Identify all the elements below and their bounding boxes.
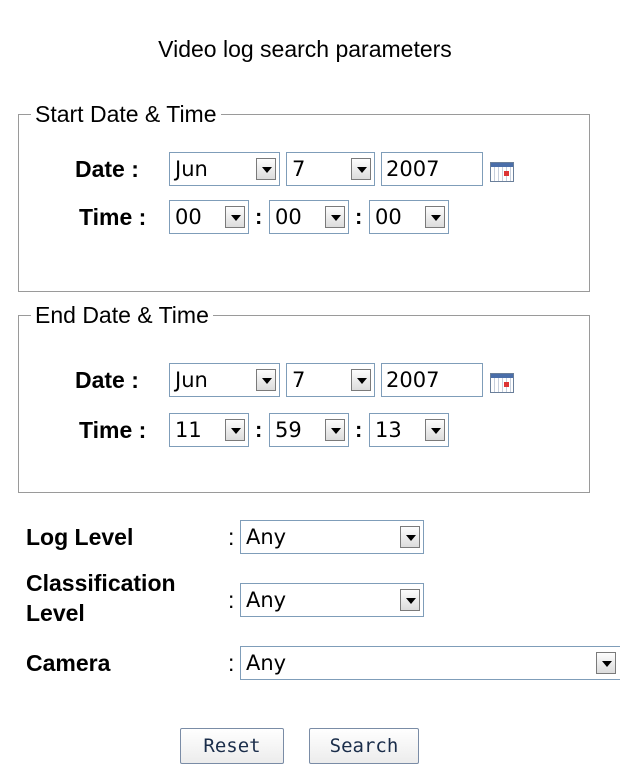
start-date-label: Date : bbox=[75, 156, 139, 182]
end-date-label: Date : bbox=[75, 367, 139, 393]
end-legend: End Date & Time bbox=[31, 302, 213, 328]
end-hour-value: 11 bbox=[175, 418, 202, 442]
end-minute-select[interactable]: 59 bbox=[269, 413, 349, 447]
start-hour-value: 00 bbox=[175, 205, 202, 229]
chevron-down-icon bbox=[425, 206, 445, 228]
chevron-down-icon bbox=[400, 589, 420, 611]
time-separator: : bbox=[355, 204, 363, 229]
search-button[interactable]: Search bbox=[309, 728, 419, 764]
chevron-down-icon bbox=[351, 369, 371, 391]
chevron-down-icon bbox=[256, 369, 276, 391]
end-month-value: Jun bbox=[175, 368, 208, 392]
chevron-down-icon bbox=[351, 158, 371, 180]
calendar-icon[interactable] bbox=[490, 373, 514, 393]
start-fieldset: Start Date & Time Date : Jun 7 2007 Time… bbox=[18, 101, 590, 292]
time-separator: : bbox=[355, 417, 363, 442]
chevron-down-icon bbox=[325, 419, 345, 441]
classification-level-value: Any bbox=[246, 588, 287, 612]
classification-level-select[interactable]: Any bbox=[240, 583, 424, 617]
log-level-value: Any bbox=[246, 525, 287, 549]
page-title: Video log search parameters bbox=[158, 36, 452, 62]
start-month-value: Jun bbox=[175, 157, 208, 181]
start-legend: Start Date & Time bbox=[31, 101, 221, 127]
camera-colon: : bbox=[228, 650, 235, 676]
end-day-select[interactable]: 7 bbox=[286, 363, 375, 397]
calendar-icon[interactable] bbox=[490, 162, 514, 182]
classification-level-label-line2: Level bbox=[26, 600, 85, 626]
chevron-down-icon bbox=[400, 526, 420, 548]
start-year-input[interactable]: 2007 bbox=[381, 152, 483, 186]
start-month-select[interactable]: Jun bbox=[169, 152, 280, 186]
end-year-input[interactable]: 2007 bbox=[381, 363, 483, 397]
classification-level-label: Classification bbox=[26, 570, 176, 596]
end-day-value: 7 bbox=[292, 368, 306, 392]
classification-level-colon: : bbox=[228, 587, 235, 613]
log-level-select[interactable]: Any bbox=[240, 520, 424, 554]
chevron-down-icon bbox=[256, 158, 276, 180]
time-separator: : bbox=[255, 417, 263, 442]
chevron-down-icon bbox=[425, 419, 445, 441]
end-month-select[interactable]: Jun bbox=[169, 363, 280, 397]
time-separator: : bbox=[255, 204, 263, 229]
reset-button[interactable]: Reset bbox=[180, 728, 284, 764]
log-level-colon: : bbox=[228, 524, 235, 550]
end-second-value: 13 bbox=[375, 418, 402, 442]
start-hour-select[interactable]: 00 bbox=[169, 200, 249, 234]
end-fieldset: End Date & Time Date : Jun 7 2007 Time :… bbox=[18, 302, 590, 493]
start-minute-value: 00 bbox=[275, 205, 302, 229]
start-day-select[interactable]: 7 bbox=[286, 152, 375, 186]
camera-label: Camera bbox=[26, 650, 111, 676]
chevron-down-icon bbox=[325, 206, 345, 228]
start-second-value: 00 bbox=[375, 205, 402, 229]
chevron-down-icon bbox=[225, 419, 245, 441]
end-hour-select[interactable]: 11 bbox=[169, 413, 249, 447]
end-second-select[interactable]: 13 bbox=[369, 413, 449, 447]
start-day-value: 7 bbox=[292, 157, 306, 181]
start-minute-select[interactable]: 00 bbox=[269, 200, 349, 234]
start-second-select[interactable]: 00 bbox=[369, 200, 449, 234]
camera-select[interactable]: Any bbox=[240, 646, 620, 680]
log-level-label: Log Level bbox=[26, 524, 134, 550]
end-time-label: Time : bbox=[79, 417, 147, 443]
chevron-down-icon bbox=[225, 206, 245, 228]
start-time-label: Time : bbox=[79, 204, 147, 230]
chevron-down-icon bbox=[596, 652, 616, 674]
camera-value: Any bbox=[246, 651, 287, 675]
end-minute-value: 59 bbox=[275, 418, 302, 442]
